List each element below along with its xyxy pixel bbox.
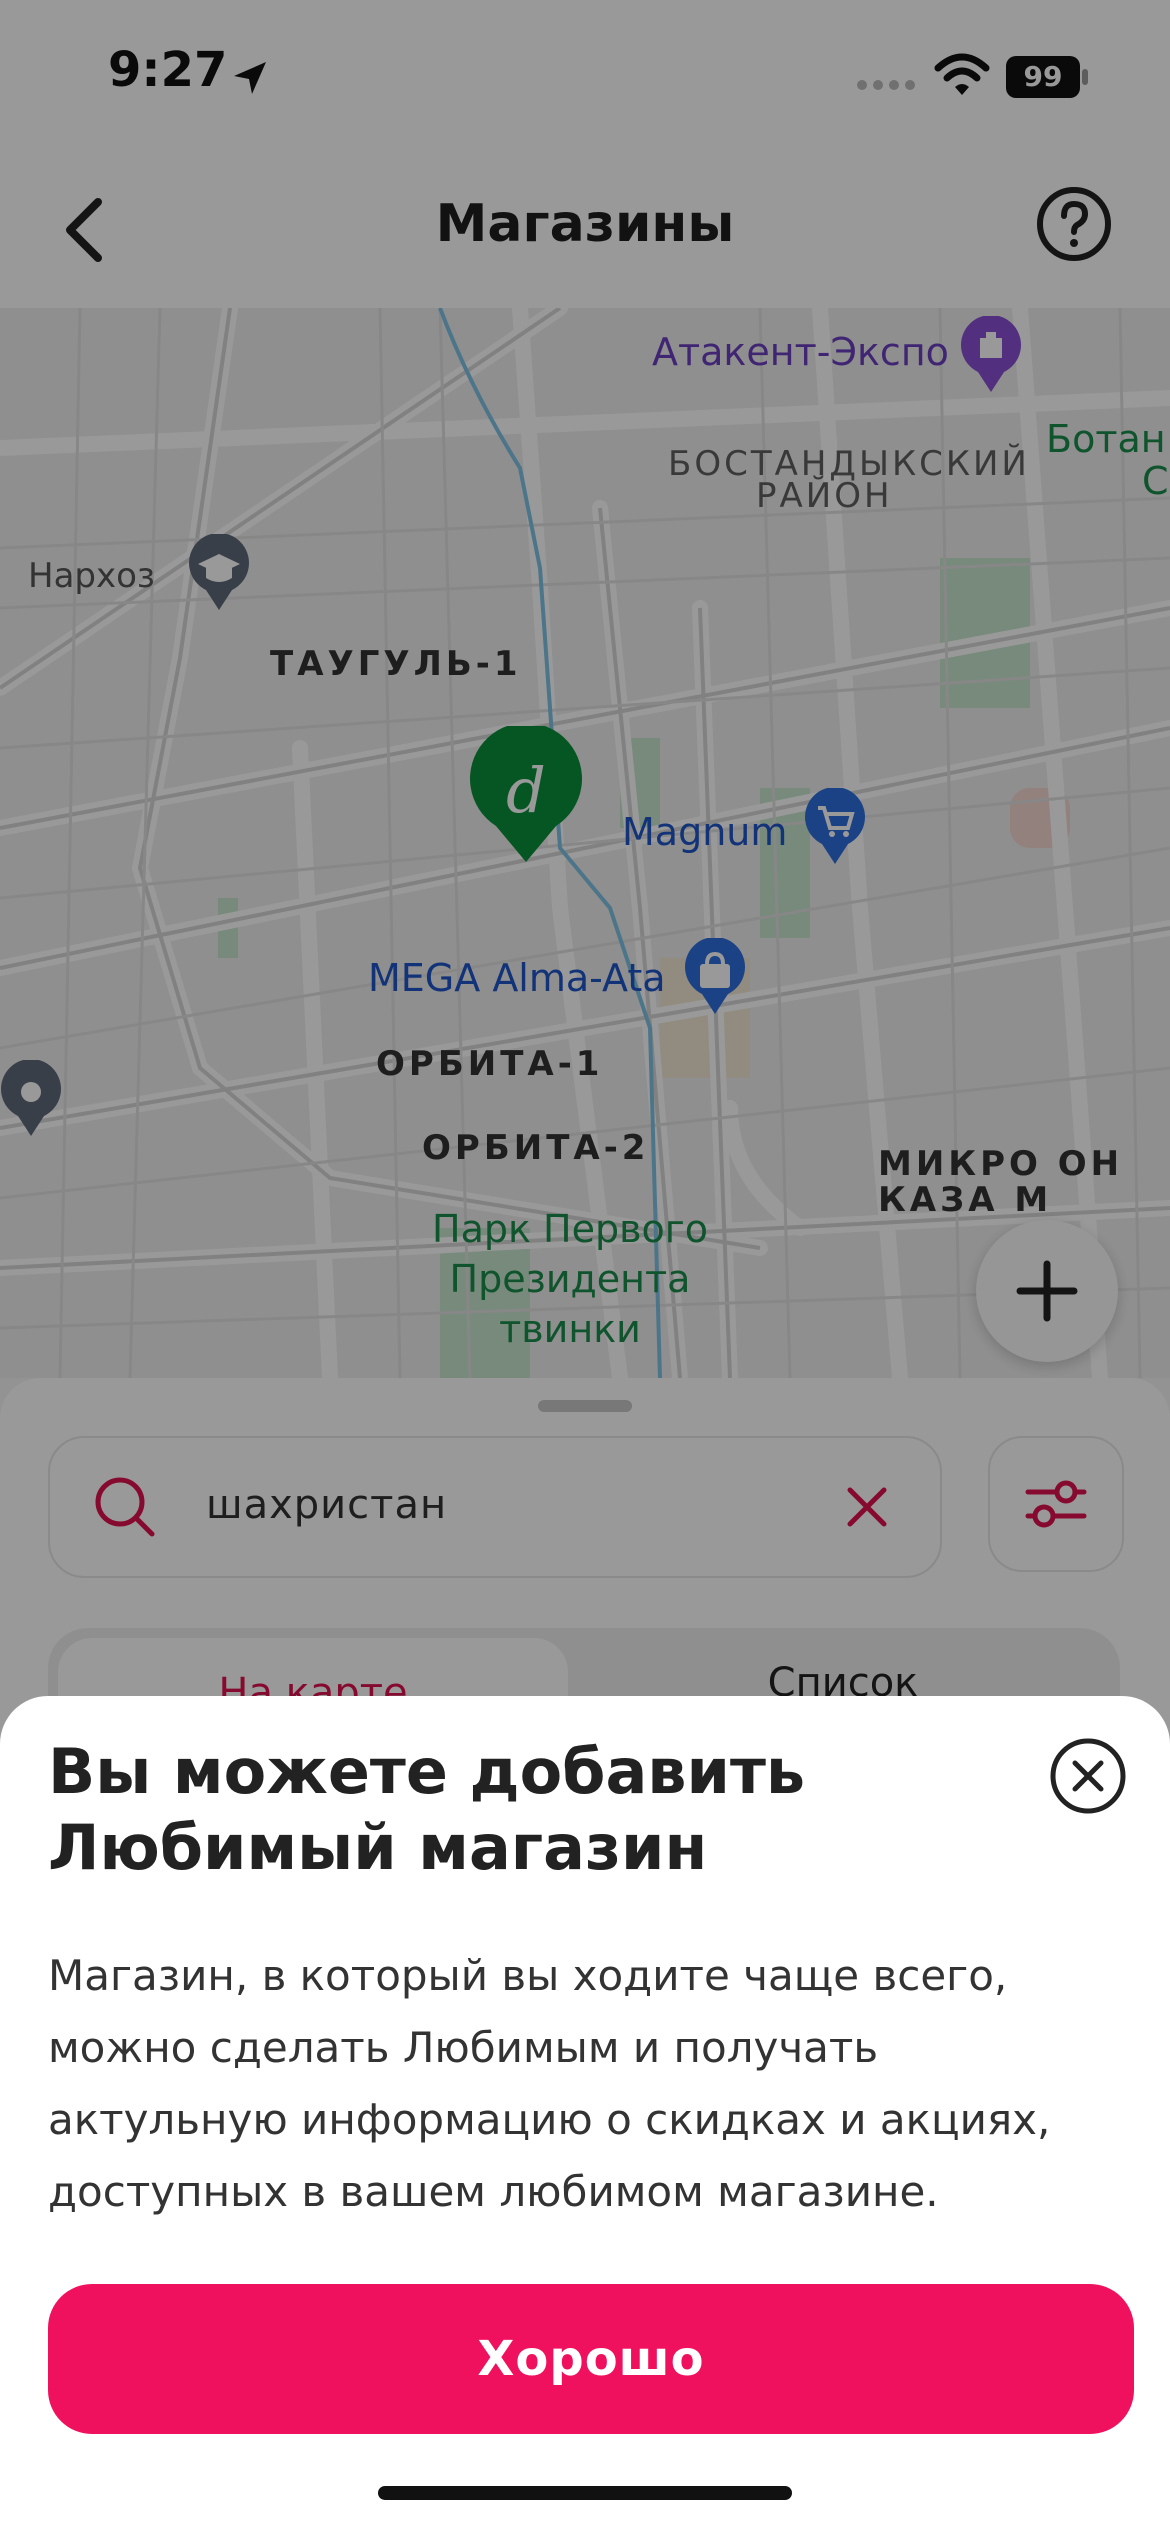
home-indicator[interactable]: [378, 2486, 792, 2500]
favorite-store-sheet: Вы можете добавить Любимый магазин Магаз…: [0, 1696, 1170, 2532]
ok-button[interactable]: Хорошо: [48, 2284, 1134, 2434]
close-icon[interactable]: [1048, 1736, 1128, 1816]
screen: 9:27 99 Магазины d Атакент-Экспо БОСТАНД…: [0, 0, 1170, 2532]
sheet-description: Магазин, в который вы ходите чаще всего,…: [48, 1951, 1051, 2216]
sheet-title: Вы можете добавить Любимый магазин: [48, 1735, 806, 1884]
